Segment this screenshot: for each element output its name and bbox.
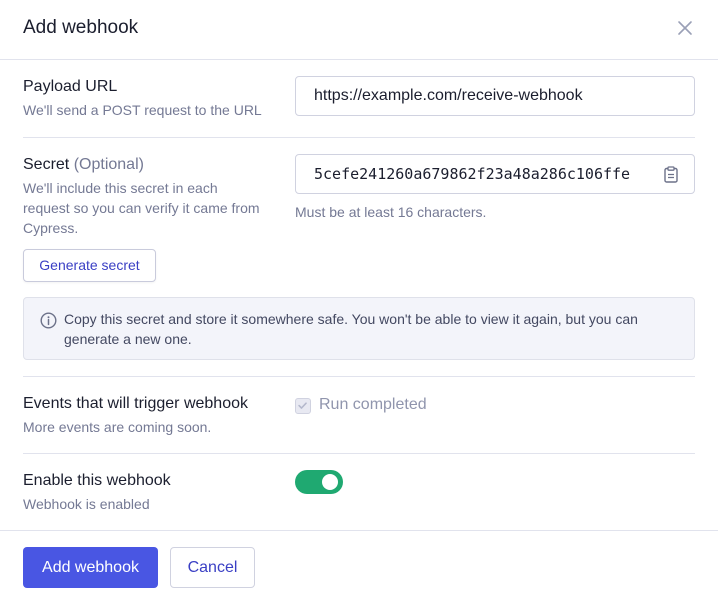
enable-webhook-toggle[interactable]: [295, 470, 343, 494]
enable-webhook-help: Webhook is enabled: [23, 496, 150, 512]
payload-url-input[interactable]: https://example.com/receive-webhook: [295, 76, 695, 116]
secret-help-line: Cypress.: [23, 220, 79, 236]
events-label: Events that will trigger webhook: [23, 395, 248, 412]
events-help: More events are coming soon.: [23, 419, 212, 435]
info-alert: Copy this secret and store it somewhere …: [23, 297, 695, 360]
close-icon[interactable]: [676, 19, 694, 37]
alert-text-line: Copy this secret and store it somewhere …: [64, 311, 638, 327]
clipboard-icon[interactable]: [664, 166, 678, 183]
run-completed-checkbox: [295, 398, 311, 414]
enable-webhook-label: Enable this webhook: [23, 472, 171, 489]
alert-text-line: generate a new one.: [64, 331, 192, 347]
alert-text: Copy this secret and store it somewhere …: [64, 309, 684, 349]
secret-help-line: request so you can verify it came from: [23, 200, 260, 216]
divider: [23, 453, 695, 454]
payload-url-label: Payload URL: [23, 78, 118, 95]
payload-url-help: We'll send a POST request to the URL: [23, 102, 262, 118]
modal-header: Add webhook: [0, 0, 718, 60]
secret-help: We'll include this secret in each reques…: [23, 178, 260, 238]
add-webhook-button[interactable]: Add webhook: [23, 547, 158, 588]
payload-url-value: https://example.com/receive-webhook: [314, 87, 583, 104]
check-icon: [298, 402, 307, 409]
add-webhook-modal: Add webhook Payload URL We'll send a POS…: [0, 0, 718, 599]
modal-title: Add webhook: [23, 17, 139, 38]
divider: [23, 137, 695, 138]
toggle-knob: [322, 474, 338, 490]
secret-hint: Must be at least 16 characters.: [295, 204, 487, 220]
secret-input[interactable]: 5cefe241260a679862f23a48a286c106ffe: [295, 154, 695, 194]
secret-label: Secret (Optional): [23, 156, 144, 174]
secret-optional-text: (Optional): [73, 156, 144, 173]
divider: [23, 376, 695, 377]
secret-help-line: We'll include this secret in each: [23, 180, 218, 196]
run-completed-label: Run completed: [319, 396, 427, 413]
generate-secret-button[interactable]: Generate secret: [23, 249, 156, 282]
secret-label-text: Secret: [23, 156, 70, 173]
secret-value: 5cefe241260a679862f23a48a286c106ffe: [314, 165, 631, 183]
info-icon: [40, 312, 57, 329]
modal-footer: Add webhook Cancel: [0, 530, 718, 599]
cancel-button[interactable]: Cancel: [170, 547, 255, 588]
